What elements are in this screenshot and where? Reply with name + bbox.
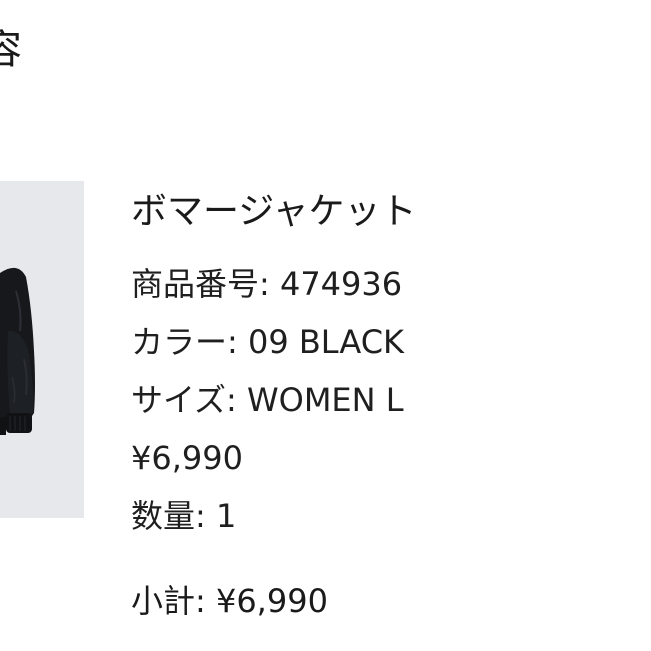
order-summary-page: 容 ボマージャケット 商品番号: 474936 カラー: 09 BLACK サイ… bbox=[0, 0, 651, 651]
product-number: 商品番号: 474936 bbox=[131, 265, 403, 303]
bomber-jacket-image bbox=[0, 181, 84, 518]
subtotal: 小計: ¥6,990 bbox=[131, 582, 328, 620]
product-color: カラー: 09 BLACK bbox=[131, 323, 405, 361]
product-size: サイズ: WOMEN L bbox=[131, 381, 404, 419]
product-price: ¥6,990 bbox=[131, 439, 243, 477]
product-quantity: 数量: 1 bbox=[131, 497, 237, 535]
product-thumbnail[interactable] bbox=[0, 181, 84, 518]
product-details: ボマージャケット 商品番号: 474936 カラー: 09 BLACK サイズ:… bbox=[131, 186, 641, 536]
product-name[interactable]: ボマージャケット bbox=[131, 186, 641, 238]
section-heading: 容 bbox=[0, 27, 22, 73]
